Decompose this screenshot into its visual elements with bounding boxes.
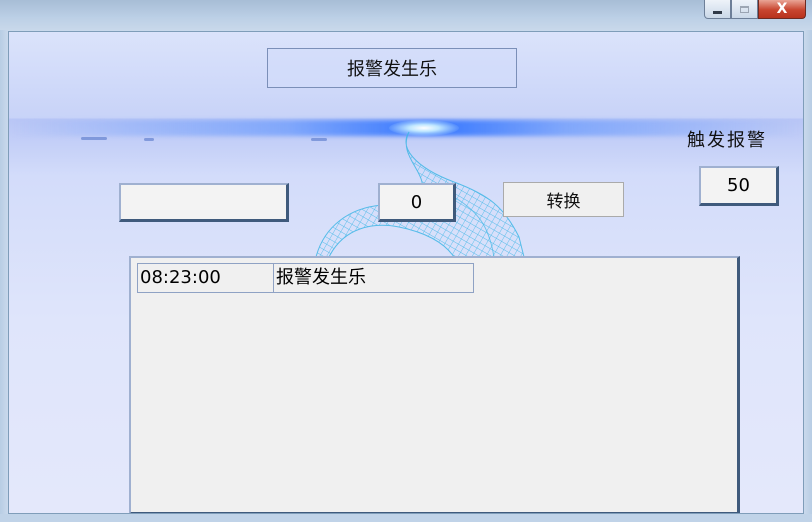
close-icon: X [776, 1, 788, 17]
minimize-button[interactable] [704, 0, 731, 19]
background-streak [81, 137, 107, 140]
count-field[interactable]: 0 [378, 183, 456, 222]
window-controls: X [704, 0, 806, 20]
convert-button[interactable]: 转换 [503, 182, 624, 217]
minimize-icon [713, 11, 722, 14]
client-area: 报警发生乐 触发报警 0 转换 50 08:23:00 报警发生乐 [8, 31, 804, 514]
close-button[interactable]: X [758, 0, 806, 19]
list-item[interactable]: 08:23:00 报警发生乐 [137, 263, 474, 293]
window-frame-right [804, 30, 812, 522]
threshold-field[interactable]: 50 [699, 166, 779, 206]
window-frame-bottom [0, 514, 812, 522]
background-streak [144, 138, 154, 141]
input-field[interactable] [119, 183, 289, 222]
trigger-alarm-label: 触发报警 [687, 130, 767, 151]
log-time: 08:23:00 [138, 264, 274, 292]
maximize-button[interactable] [731, 0, 758, 19]
window-frame-left [0, 30, 8, 522]
log-message: 报警发生乐 [276, 267, 366, 288]
alarm-log-list[interactable]: 08:23:00 报警发生乐 [129, 256, 740, 513]
window-titlebar[interactable] [0, 0, 812, 30]
maximize-icon [740, 5, 749, 13]
alarm-title-button[interactable]: 报警发生乐 [267, 48, 517, 88]
